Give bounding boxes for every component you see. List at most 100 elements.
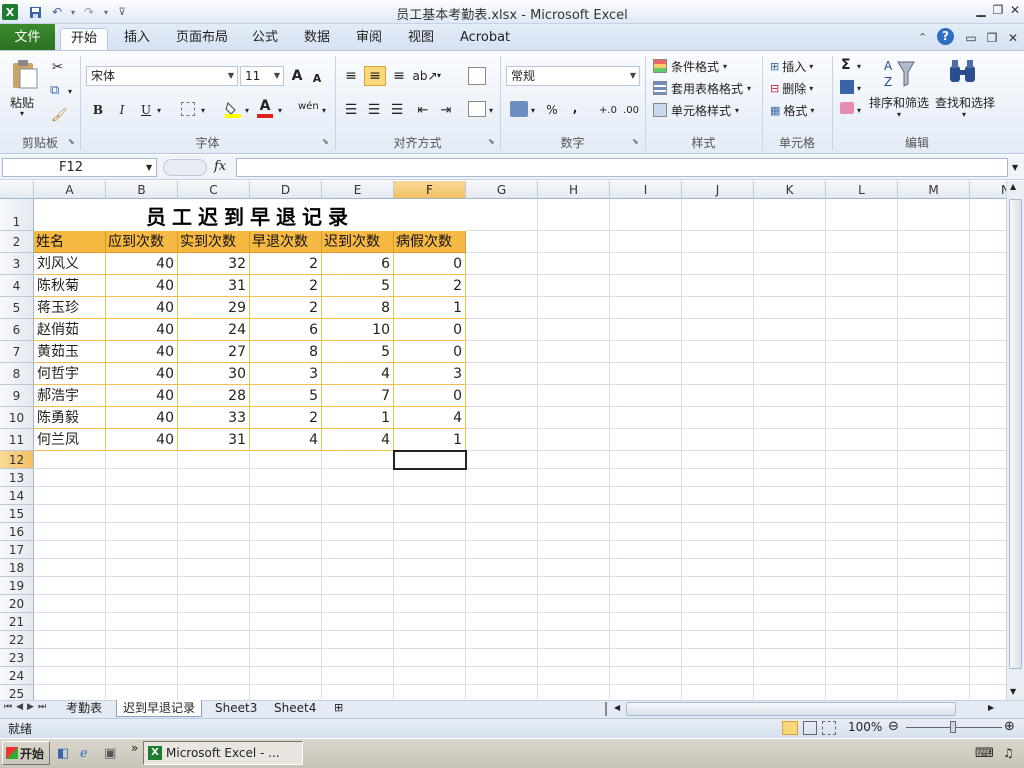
empty-cell[interactable] [754, 487, 826, 505]
empty-cell[interactable] [106, 541, 178, 559]
orientation-icon[interactable]: ab↗ [412, 66, 437, 86]
empty-cell[interactable] [682, 429, 754, 451]
empty-cell[interactable] [106, 613, 178, 631]
empty-cell[interactable] [970, 451, 1006, 469]
empty-cell[interactable] [970, 649, 1006, 667]
empty-cell[interactable] [466, 631, 538, 649]
name-cell[interactable]: 何哲宇 [34, 363, 106, 385]
empty-cell[interactable] [826, 505, 898, 523]
empty-cell[interactable] [970, 523, 1006, 541]
empty-cell[interactable] [754, 613, 826, 631]
value-cell[interactable]: 2 [250, 253, 322, 275]
empty-cell[interactable] [898, 559, 970, 577]
value-cell[interactable]: 32 [178, 253, 250, 275]
empty-cell[interactable] [394, 649, 466, 667]
empty-cell[interactable] [898, 523, 970, 541]
empty-cell[interactable] [538, 469, 610, 487]
empty-cell[interactable] [970, 275, 1006, 297]
empty-cell[interactable] [106, 595, 178, 613]
column-header-m[interactable]: M [898, 181, 970, 199]
empty-cell[interactable] [898, 685, 970, 701]
empty-cell[interactable] [610, 685, 682, 701]
paste-dropdown-icon[interactable]: ▾ [20, 109, 24, 118]
empty-cell[interactable] [754, 199, 826, 231]
empty-cell[interactable] [538, 631, 610, 649]
empty-cell[interactable] [250, 595, 322, 613]
empty-cell[interactable] [394, 577, 466, 595]
autosum-dropdown-icon[interactable]: ▾ [857, 62, 861, 71]
empty-cell[interactable] [178, 595, 250, 613]
empty-cell[interactable] [34, 577, 106, 595]
empty-cell[interactable] [250, 469, 322, 487]
vertical-scrollbar[interactable]: ▲ ▼ [1006, 181, 1024, 701]
empty-cell[interactable] [970, 631, 1006, 649]
empty-cell[interactable] [466, 199, 538, 231]
empty-cell[interactable] [538, 487, 610, 505]
empty-cell[interactable] [754, 649, 826, 667]
normal-view-icon[interactable] [782, 721, 798, 735]
header-cell[interactable]: 实到次数 [178, 231, 250, 253]
empty-cell[interactable] [538, 363, 610, 385]
empty-cell[interactable] [898, 253, 970, 275]
empty-cell[interactable] [466, 541, 538, 559]
empty-cell[interactable] [322, 451, 394, 469]
autosum-icon[interactable]: Σ [841, 57, 851, 73]
empty-cell[interactable] [538, 559, 610, 577]
empty-cell[interactable] [466, 505, 538, 523]
find-dropdown-icon[interactable]: ▾ [962, 110, 966, 119]
number-format-dropdown[interactable]: 常规 ▼ [506, 66, 640, 86]
italic-button[interactable]: I [114, 100, 130, 120]
empty-cell[interactable] [970, 613, 1006, 631]
tab-view[interactable]: 视图 [398, 28, 444, 51]
empty-cell[interactable] [682, 685, 754, 701]
column-header-n[interactable]: N [970, 181, 1006, 199]
row-header[interactable]: 20 [0, 595, 34, 613]
empty-cell[interactable] [538, 595, 610, 613]
empty-cell[interactable] [826, 451, 898, 469]
minimize-ribbon-icon[interactable]: ⌃ [918, 31, 927, 44]
accounting-format-icon[interactable] [510, 101, 528, 117]
empty-cell[interactable] [610, 407, 682, 429]
accounting-dropdown-icon[interactable]: ▾ [531, 106, 535, 115]
sheet-tab-attendance[interactable]: 考勤表 [60, 700, 108, 717]
empty-cell[interactable] [538, 253, 610, 275]
empty-cell[interactable] [250, 451, 322, 469]
empty-cell[interactable] [106, 667, 178, 685]
empty-cell[interactable] [466, 595, 538, 613]
empty-cell[interactable] [754, 595, 826, 613]
header-cell[interactable]: 姓名 [34, 231, 106, 253]
row-header[interactable]: 22 [0, 631, 34, 649]
empty-cell[interactable] [682, 523, 754, 541]
increase-decimal-icon[interactable]: +.0 [598, 100, 618, 120]
value-cell[interactable]: 8 [322, 297, 394, 319]
empty-cell[interactable] [250, 523, 322, 541]
empty-cell[interactable] [34, 469, 106, 487]
empty-cell[interactable] [754, 275, 826, 297]
empty-cell[interactable] [178, 667, 250, 685]
empty-cell[interactable] [682, 667, 754, 685]
empty-cell[interactable] [322, 559, 394, 577]
empty-cell[interactable] [826, 541, 898, 559]
empty-cell[interactable] [682, 341, 754, 363]
merge-center-icon[interactable] [468, 101, 486, 117]
decrease-decimal-icon[interactable]: .00 [621, 100, 641, 120]
row-header[interactable]: 19 [0, 577, 34, 595]
restore-workbook-button[interactable]: ❐ [983, 30, 1001, 46]
empty-cell[interactable] [394, 613, 466, 631]
sort-filter-label[interactable]: 排序和筛选 [869, 94, 929, 111]
bold-button[interactable]: B [90, 100, 106, 120]
value-cell[interactable]: 3 [250, 363, 322, 385]
empty-cell[interactable] [682, 487, 754, 505]
empty-cell[interactable] [538, 385, 610, 407]
header-cell[interactable]: 早退次数 [250, 231, 322, 253]
empty-cell[interactable] [466, 613, 538, 631]
empty-cell[interactable] [898, 451, 970, 469]
empty-cell[interactable] [970, 407, 1006, 429]
tray-icon[interactable]: ♫ [1003, 746, 1014, 760]
font-color-dropdown-icon[interactable]: ▾ [278, 106, 282, 115]
empty-cell[interactable] [466, 469, 538, 487]
fill-dropdown-icon[interactable]: ▾ [857, 84, 861, 93]
empty-cell[interactable] [610, 469, 682, 487]
empty-cell[interactable] [898, 429, 970, 451]
empty-cell[interactable] [106, 451, 178, 469]
